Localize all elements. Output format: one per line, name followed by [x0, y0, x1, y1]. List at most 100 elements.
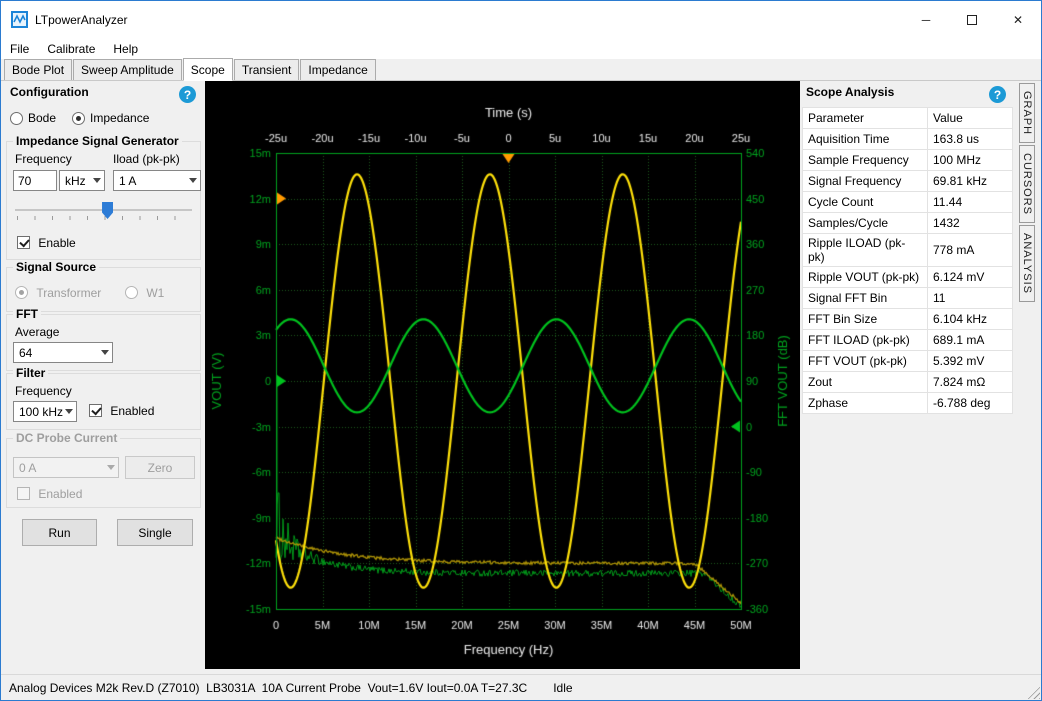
analysis-parameter: Samples/Cycle: [803, 213, 928, 234]
status-state: Idle: [553, 681, 572, 695]
tab-sweep-amplitude[interactable]: Sweep Amplitude: [73, 59, 182, 80]
fft-average-value: 64: [19, 346, 32, 360]
dc-probe-current-group: DC Probe Current 0 A Zero Enabled: [6, 438, 201, 508]
radio-transformer[interactable]: Transformer: [15, 286, 101, 300]
iload-select[interactable]: 1 A: [113, 170, 201, 191]
zero-button-label: Zero: [148, 461, 173, 475]
scope-plot-area: [205, 81, 800, 669]
generator-group-title: Impedance Signal Generator: [13, 134, 182, 148]
menu-bar: FileCalibrateHelp: [1, 38, 1041, 59]
analysis-col-value: Value: [928, 108, 1013, 129]
chevron-down-icon: [189, 178, 197, 183]
analysis-parameter: Signal FFT Bin: [803, 288, 928, 309]
analysis-value: 6.104 kHz: [928, 309, 1013, 330]
radio-w1[interactable]: W1: [125, 286, 164, 300]
filter-frequency-select[interactable]: 100 kHz: [13, 401, 77, 422]
analysis-row: Zout7.824 mΩ: [803, 372, 1013, 393]
filter-frequency-value: 100 kHz: [19, 405, 63, 419]
enable-checkbox[interactable]: Enable: [17, 236, 76, 250]
menu-file[interactable]: File: [1, 40, 38, 58]
fft-group-title: FFT: [13, 307, 41, 321]
tab-scope[interactable]: Scope: [183, 58, 233, 81]
analysis-value: 7.824 mΩ: [928, 372, 1013, 393]
radio-bode-label: Bode: [28, 111, 56, 125]
analysis-row: Sample Frequency100 MHz: [803, 150, 1013, 171]
impedance-signal-generator-group: Impedance Signal Generator Frequency Ilo…: [6, 141, 201, 260]
analysis-parameter: Signal Frequency: [803, 171, 928, 192]
dc-probe-enabled-checkbox: Enabled: [17, 487, 82, 501]
analysis-value: 100 MHz: [928, 150, 1013, 171]
filter-frequency-label: Frequency: [15, 384, 72, 398]
tab-bode-plot[interactable]: Bode Plot: [4, 59, 72, 80]
menu-calibrate[interactable]: Calibrate: [38, 40, 104, 58]
tab-impedance[interactable]: Impedance: [300, 59, 375, 80]
fft-group: FFT Average 64: [6, 314, 201, 371]
minimize-icon[interactable]: ─: [903, 1, 949, 38]
status-device-info: Analog Devices M2k Rev.D (Z7010) LB3031A…: [9, 681, 527, 695]
analysis-parameter: FFT VOUT (pk-pk): [803, 351, 928, 372]
maximize-glyph: [967, 15, 977, 25]
app-icon: [11, 11, 28, 28]
window-title: LTpowerAnalyzer: [35, 13, 127, 27]
radio-impedance-label: Impedance: [90, 111, 149, 125]
run-button-label: Run: [48, 526, 70, 540]
analysis-value: 778 mA: [928, 234, 1013, 267]
help-icon[interactable]: ?: [179, 86, 196, 103]
analysis-value: 689.1 mA: [928, 330, 1013, 351]
run-button[interactable]: Run: [22, 519, 97, 546]
frequency-input[interactable]: [13, 170, 57, 191]
frequency-label: Frequency: [15, 152, 72, 166]
chevron-down-icon: [101, 350, 109, 355]
analysis-parameter: Zphase: [803, 393, 928, 414]
scope-analysis-panel: Scope Analysis ? Parameter Value Aquisit…: [800, 81, 1018, 667]
chevron-down-icon: [93, 178, 101, 183]
analysis-parameter: Aquisition Time: [803, 129, 928, 150]
analysis-value: 5.392 mV: [928, 351, 1013, 372]
analysis-parameter: Ripple ILOAD (pk-pk): [803, 234, 928, 267]
average-label: Average: [15, 325, 59, 339]
chevron-down-icon: [107, 465, 115, 470]
side-tab-strip: GRAPH CURSORS ANALYSIS: [1018, 81, 1036, 667]
status-bar: Analog Devices M2k Rev.D (Z7010) LB3031A…: [1, 674, 1041, 700]
configuration-title: Configuration: [10, 85, 89, 99]
scope-plot-canvas[interactable]: [205, 81, 800, 669]
zero-button: Zero: [125, 456, 195, 479]
analysis-value: -6.788 deg: [928, 393, 1013, 414]
resize-grip-icon[interactable]: [1026, 685, 1040, 699]
signal-source-group: Signal Source Transformer W1: [6, 267, 201, 312]
dc-probe-enabled-box: [17, 487, 30, 500]
dc-probe-select: 0 A: [13, 457, 119, 478]
menu-help[interactable]: Help: [104, 40, 147, 58]
filter-enabled-checkbox[interactable]: Enabled: [89, 404, 154, 418]
radio-transformer-circle: [15, 286, 28, 299]
analysis-table-body: Aquisition Time163.8 usSample Frequency1…: [803, 129, 1013, 414]
radio-impedance[interactable]: Impedance: [72, 111, 149, 125]
analysis-row: FFT VOUT (pk-pk)5.392 mV: [803, 351, 1013, 372]
help-icon[interactable]: ?: [989, 86, 1006, 103]
single-button[interactable]: Single: [117, 519, 193, 546]
side-tab-analysis[interactable]: ANALYSIS: [1019, 225, 1035, 302]
analysis-value: 163.8 us: [928, 129, 1013, 150]
radio-bode[interactable]: Bode: [10, 111, 56, 125]
frequency-unit-value: kHz: [65, 174, 86, 188]
radio-impedance-circle: [72, 112, 85, 125]
fft-average-select[interactable]: 64: [13, 342, 113, 363]
analysis-value: 11: [928, 288, 1013, 309]
analysis-row: Signal FFT Bin11: [803, 288, 1013, 309]
analysis-parameter: FFT ILOAD (pk-pk): [803, 330, 928, 351]
title-bar: LTpowerAnalyzer ─ ✕: [1, 1, 1041, 38]
iload-slider[interactable]: [15, 200, 192, 222]
dc-probe-enabled-label: Enabled: [38, 487, 82, 501]
analysis-value: 1432: [928, 213, 1013, 234]
analysis-value: 11.44: [928, 192, 1013, 213]
analysis-parameter: Zout: [803, 372, 928, 393]
side-tab-cursors[interactable]: CURSORS: [1019, 145, 1035, 223]
frequency-unit-select[interactable]: kHz: [59, 170, 105, 191]
analysis-parameter: FFT Bin Size: [803, 309, 928, 330]
maximize-icon[interactable]: [949, 1, 995, 38]
side-tab-graph[interactable]: GRAPH: [1019, 83, 1035, 143]
tab-transient[interactable]: Transient: [234, 59, 300, 80]
close-icon[interactable]: ✕: [995, 1, 1041, 38]
app-window: LTpowerAnalyzer ─ ✕ FileCalibrateHelp Bo…: [0, 0, 1042, 701]
analysis-parameter: Ripple VOUT (pk-pk): [803, 267, 928, 288]
